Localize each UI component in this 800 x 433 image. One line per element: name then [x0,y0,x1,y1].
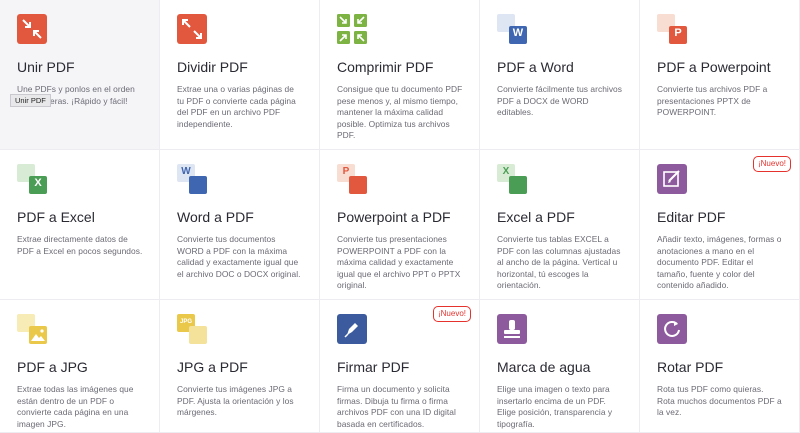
new-badge: ¡Nuevo! [752,156,791,172]
edit-pdf-icon [657,164,687,194]
tool-title: Excel a PDF [497,209,575,225]
tool-desc: Firma un documento y solicita firmas. Di… [337,384,456,429]
tool-desc: Rota tus PDF como quieras. Rota muchos d… [657,384,782,418]
tool-title: Word a PDF [177,209,254,225]
tool-title: PDF a Excel [17,209,95,225]
pdf-to-word-icon: W [497,14,527,44]
tooltip: Unir PDF [10,94,51,107]
tool-card-compress[interactable]: Comprimir PDF Consigue que tu documento … [320,0,480,150]
tool-desc: Extrae todas las imágenes que están dent… [17,384,134,429]
jpg-to-pdf-icon: JPG [177,314,207,344]
pdf-to-excel-icon: X [17,164,47,194]
tool-desc: Convierte tus documentos WORD a PDF con … [177,234,301,279]
tool-card-rotate-pdf[interactable]: Rotar PDF Rota tus PDF como quieras. Rot… [640,300,800,433]
tool-desc: Extrae directamente datos de PDF a Excel… [17,234,143,256]
tool-card-merge[interactable]: Unir PDF Une PDFs y ponlos en el orden q… [0,0,160,150]
tool-card-pdf-to-word[interactable]: W PDF a Word Convierte fácilmente tus ar… [480,0,640,150]
tool-title: Firmar PDF [337,359,410,375]
tool-desc: Convierte tus tablas EXCEL a PDF con las… [497,234,621,291]
tool-desc: Elige una imagen o texto para insertarlo… [497,384,613,429]
new-badge: ¡Nuevo! [432,306,471,322]
excel-letter: X [34,177,42,189]
watermark-icon [497,314,527,344]
tool-title: PDF a JPG [17,359,88,375]
tool-title: Powerpoint a PDF [337,209,451,225]
tool-card-word-to-pdf[interactable]: W Word a PDF Convierte tus documentos WO… [160,150,320,300]
ppt-to-pdf-icon: P [337,164,367,194]
tool-card-ppt-to-pdf[interactable]: P Powerpoint a PDF Convierte tus present… [320,150,480,300]
word-to-pdf-icon: W [177,164,207,194]
pdf-to-ppt-icon: P [657,14,687,44]
rotate-pdf-icon [657,314,687,344]
split-icon [177,14,207,44]
tool-title: JPG a PDF [177,359,248,375]
tool-desc: Convierte tus archivos PDF a presentacio… [657,84,768,118]
tool-card-excel-to-pdf[interactable]: X Excel a PDF Convierte tus tablas EXCEL… [480,150,640,300]
excel-to-pdf-icon: X [497,164,527,194]
merge-icon [17,14,47,44]
pdf-to-jpg-icon [17,314,47,344]
tool-title: Dividir PDF [177,59,248,75]
ppt-letter: P [674,27,682,39]
tool-title: Marca de agua [497,359,591,375]
tool-desc: Extrae una o varias páginas de tu PDF o … [177,84,296,129]
tool-card-pdf-to-ppt[interactable]: P PDF a Powerpoint Convierte tus archivo… [640,0,800,150]
tool-title: Comprimir PDF [337,59,434,75]
tool-title: PDF a Word [497,59,574,75]
tool-card-watermark[interactable]: Marca de agua Elige una imagen o texto p… [480,300,640,433]
sign-pdf-icon [337,314,367,344]
tool-title: Rotar PDF [657,359,724,375]
tool-title: PDF a Powerpoint [657,59,771,75]
word-letter: W [512,27,524,39]
jpg-letters: JPG [179,319,192,325]
tool-card-pdf-to-excel[interactable]: X PDF a Excel Extrae directamente datos … [0,150,160,300]
tool-card-split[interactable]: Dividir PDF Extrae una o varias páginas … [160,0,320,150]
tool-desc: Convierte tus presentaciones POWERPOINT … [337,234,461,291]
tool-title: Unir PDF [17,59,75,75]
tool-desc: Añadir texto, imágenes, formas o anotaci… [657,234,782,291]
tool-desc: Convierte fácilmente tus archivos PDF a … [497,84,623,118]
tool-title: Editar PDF [657,209,726,225]
tool-desc: Convierte tus imágenes JPG a PDF. Ajusta… [177,384,294,418]
tool-card-jpg-to-pdf[interactable]: JPG JPG a PDF Convierte tus imágenes JPG… [160,300,320,433]
tools-grid: Unir PDF Une PDFs y ponlos en el orden q… [0,0,800,433]
tool-card-sign-pdf[interactable]: ¡Nuevo! Firmar PDF Firma un documento y … [320,300,480,433]
tool-card-edit-pdf[interactable]: ¡Nuevo! Editar PDF Añadir texto, imágene… [640,150,800,300]
compress-icon [337,14,367,44]
tool-desc: Consigue que tu documento PDF pese menos… [337,84,463,141]
tool-card-pdf-to-jpg[interactable]: PDF a JPG Extrae todas las imágenes que … [0,300,160,433]
